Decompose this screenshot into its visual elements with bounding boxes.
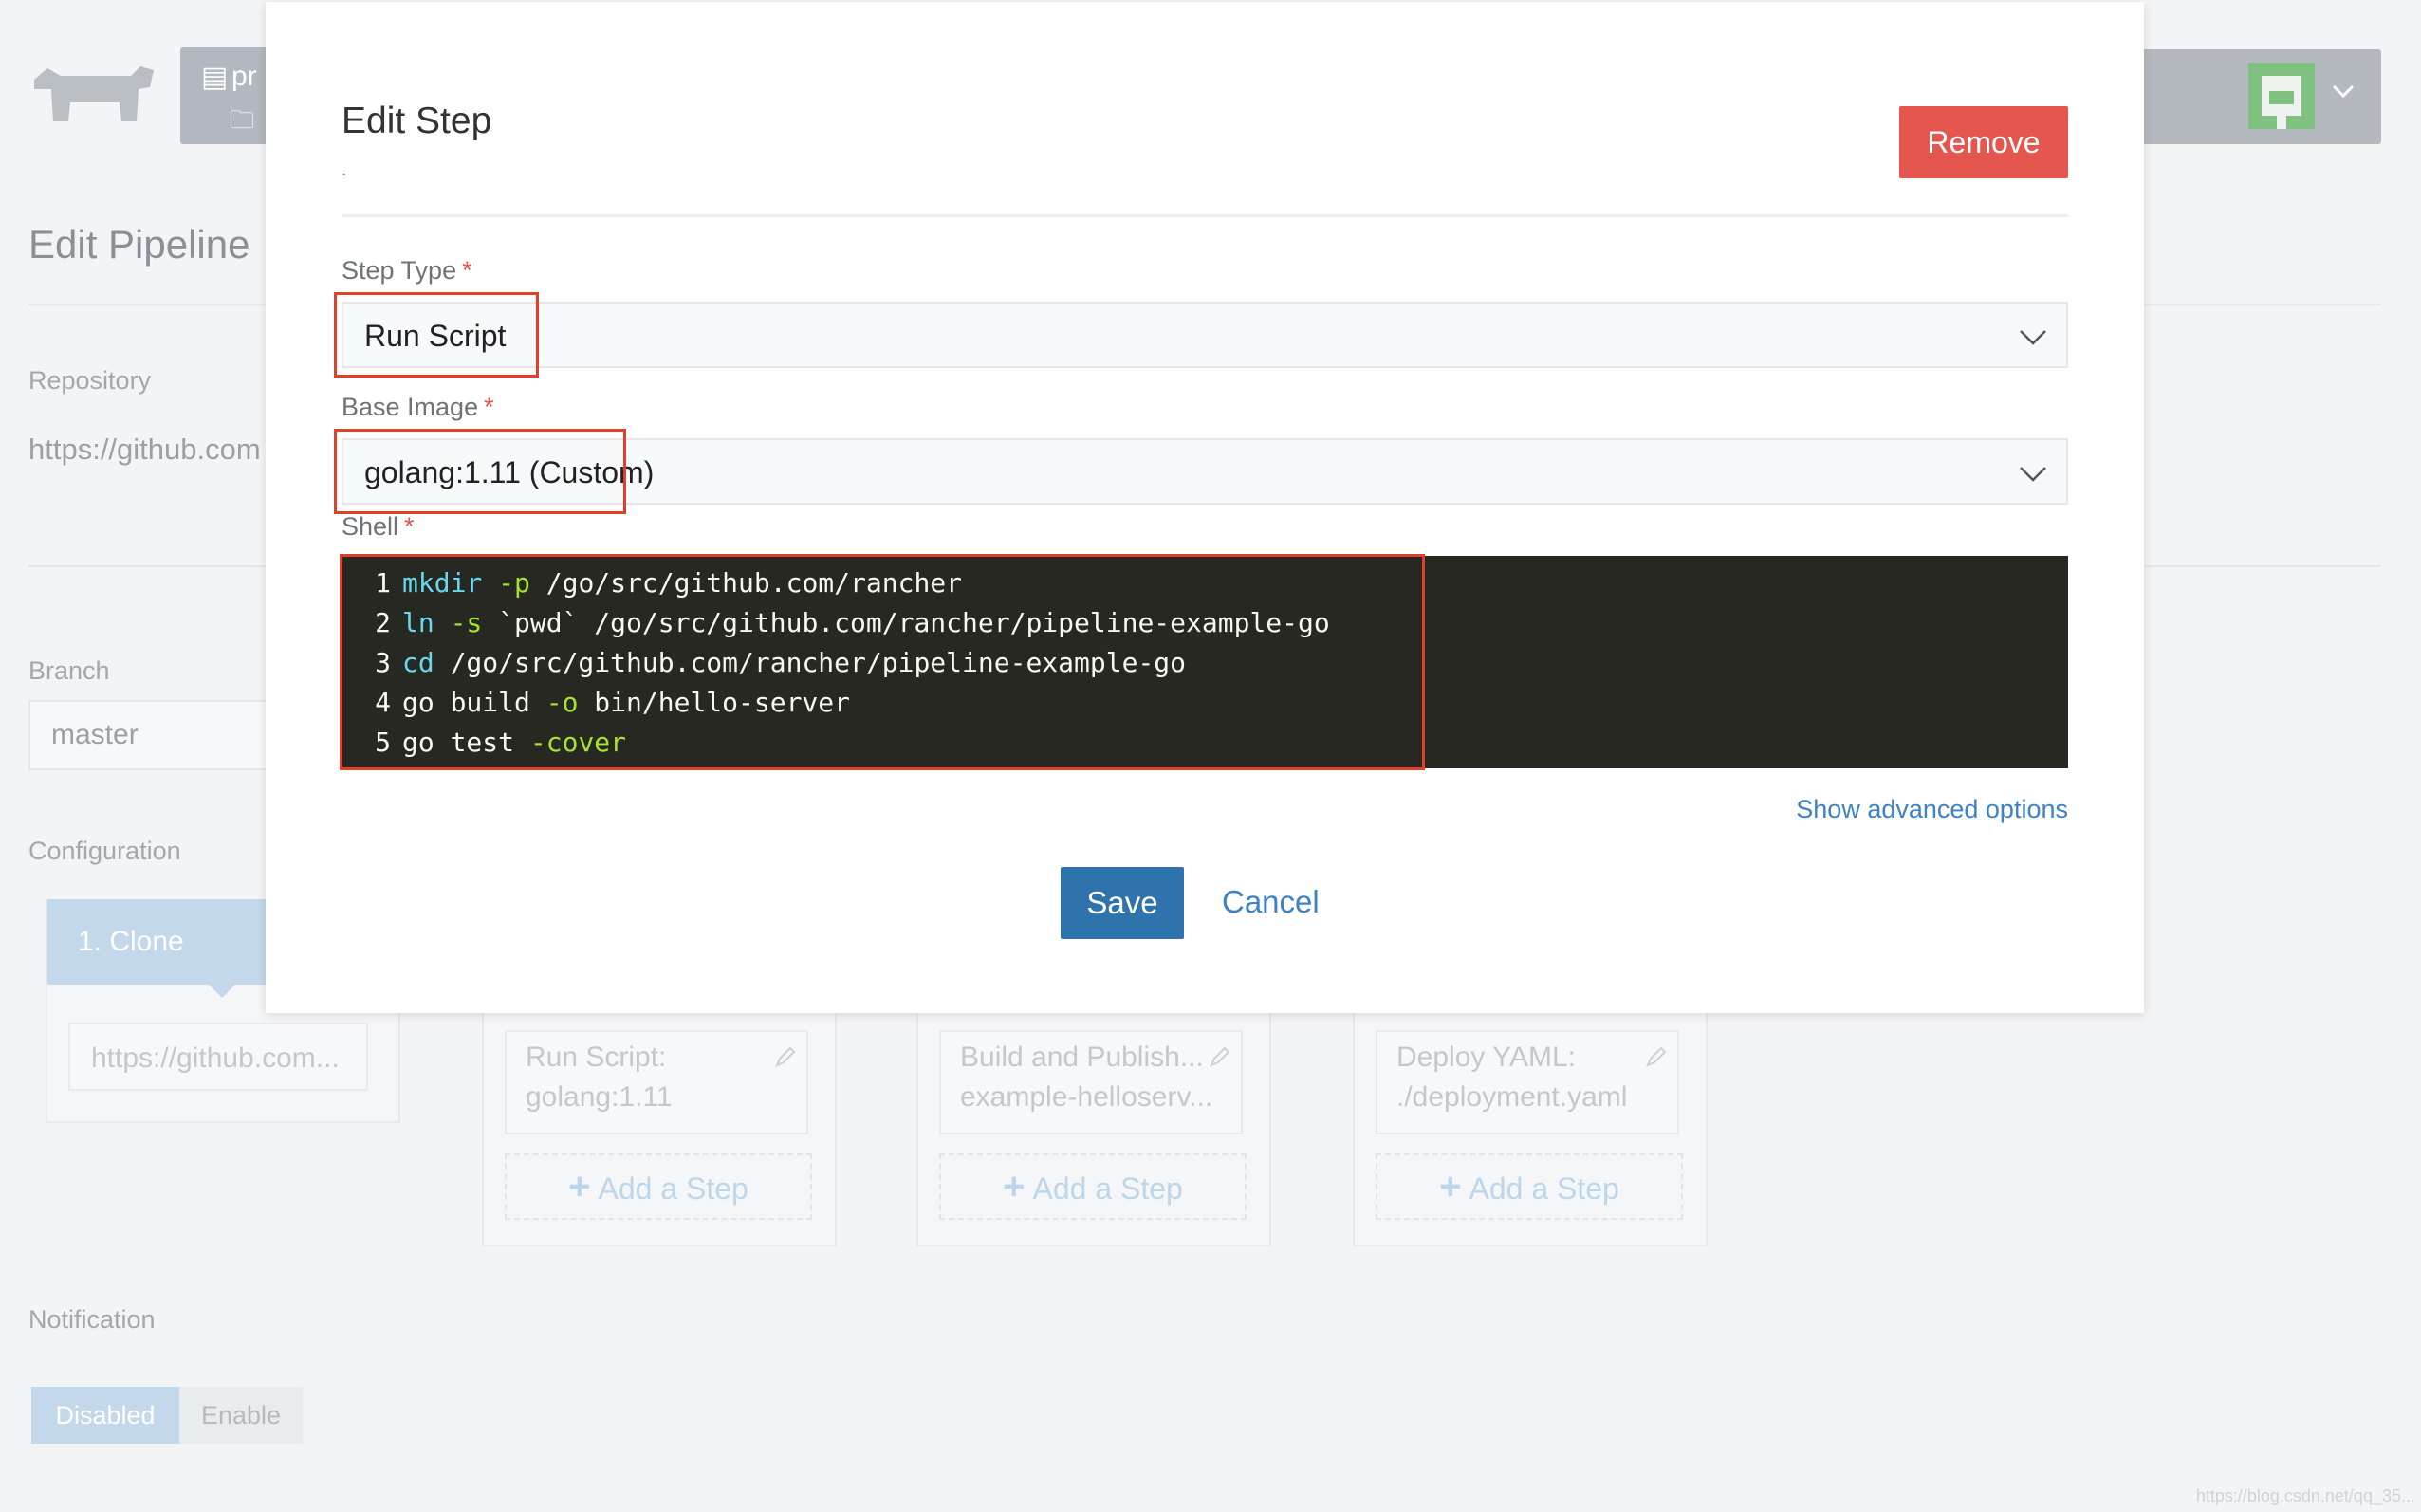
base-image-label: Base Image * — [342, 393, 494, 421]
stage-header-clone[interactable]: 1. Clone — [47, 899, 285, 985]
step-run-script[interactable]: Run Script: golang:1.11 — [505, 1030, 808, 1134]
plus-icon: + — [1439, 1166, 1462, 1208]
code-line: 5 go test -cover — [375, 727, 627, 758]
required-mark: * — [484, 393, 494, 421]
code-line: 4 go build -o bin/hello-server — [375, 687, 851, 718]
add-step-button[interactable]: + Add a Step — [1376, 1153, 1683, 1220]
required-mark: * — [462, 256, 472, 285]
repository-label: Repository — [28, 366, 152, 395]
modal-title: Edit Step — [342, 101, 492, 141]
chevron-down-icon — [2020, 330, 2046, 345]
folder-icon: 🗀 — [230, 105, 255, 134]
notification-enable-button[interactable]: Enable — [179, 1387, 303, 1444]
modal-subtitle: . — [342, 159, 347, 180]
server-icon: ▤ — [201, 62, 229, 93]
chevron-down-icon — [2020, 467, 2046, 482]
add-step-button[interactable]: + Add a Step — [939, 1153, 1247, 1220]
shell-code-editor[interactable]: 1 mkdir -p /go/src/github.com/rancher 2 ln… — [342, 556, 2068, 768]
base-image-select[interactable]: golang:1.11 (Custom) — [342, 438, 2068, 505]
rancher-logo-icon[interactable] — [27, 61, 159, 127]
watermark: https://blog.csdn.net/qq_35... — [2195, 1486, 2415, 1505]
branch-value: master — [51, 719, 139, 750]
configuration-label: Configuration — [28, 837, 181, 865]
notification-disabled-button[interactable]: Disabled — [31, 1387, 179, 1444]
divider — [342, 214, 2068, 217]
notification-label: Notification — [28, 1305, 156, 1334]
step-build-publish[interactable]: Build and Publish... example-helloserv..… — [939, 1030, 1243, 1134]
edit-step-modal: Edit Step . Remove Step Type * Run Script… — [266, 2, 2144, 1013]
chevron-down-icon[interactable] — [2326, 74, 2360, 108]
repository-value: https://github.com — [28, 433, 261, 466]
base-image-value: golang:1.11 (Custom) — [364, 455, 655, 489]
clone-step[interactable]: https://github.com... — [68, 1023, 368, 1091]
plus-icon: + — [1003, 1166, 1026, 1208]
pencil-icon[interactable] — [1645, 1045, 1668, 1068]
step-type-value: Run Script — [364, 319, 507, 353]
step-deploy-yaml[interactable]: Deploy YAML: ./deployment.yaml — [1376, 1030, 1679, 1134]
stage-pointer — [207, 983, 237, 998]
cancel-button[interactable]: Cancel — [1222, 884, 1320, 920]
pencil-icon[interactable] — [1209, 1045, 1231, 1068]
add-step-button[interactable]: + Add a Step — [505, 1153, 812, 1220]
code-line: 1 mkdir -p /go/src/github.com/rancher — [375, 567, 963, 599]
branch-label: Branch — [28, 656, 110, 685]
page-title: Edit Pipeline — [28, 222, 250, 267]
shell-label: Shell * — [342, 512, 415, 541]
avatar[interactable] — [2248, 63, 2315, 129]
save-button[interactable]: Save — [1061, 867, 1184, 939]
code-line: 2 ln -s `pwd` /go/src/github.com/rancher/… — [375, 607, 1330, 638]
plus-icon: + — [568, 1166, 591, 1208]
step-type-select[interactable]: Run Script — [342, 302, 2068, 368]
code-line: 3 cd /go/src/github.com/rancher/pipeline-… — [375, 647, 1187, 678]
remove-button[interactable]: Remove — [1899, 106, 2068, 178]
step-type-label: Step Type * — [342, 256, 472, 285]
show-advanced-options-link[interactable]: Show advanced options — [1796, 795, 2068, 824]
cluster-name-partial: pr — [231, 61, 257, 92]
required-mark: * — [404, 512, 415, 541]
branch-select[interactable]: master — [28, 700, 279, 770]
pencil-icon[interactable] — [774, 1045, 797, 1068]
